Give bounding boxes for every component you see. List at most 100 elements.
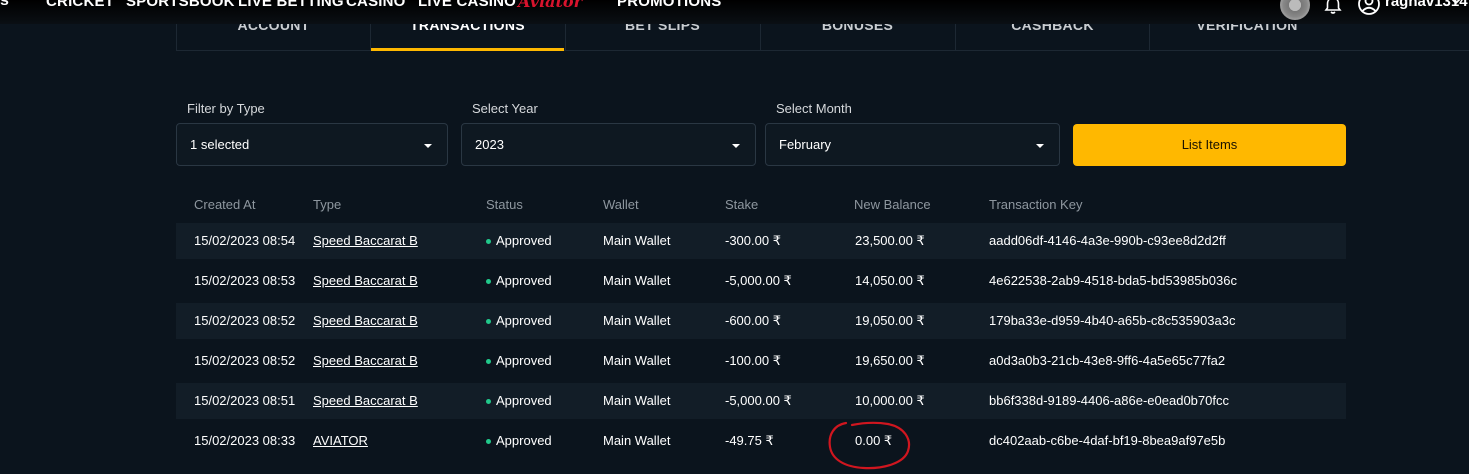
cell-created-at: 15/02/2023 08:53 (194, 273, 296, 288)
cell-new-balance: 19,650.00 ₹ (855, 353, 925, 368)
cell-type-link[interactable]: Speed Baccarat B (313, 313, 418, 328)
header-new-balance: New Balance (854, 197, 931, 212)
cell-created-at: 15/02/2023 08:52 (194, 353, 296, 368)
cell-transaction-key: 179ba33e-d959-4b40-a65b-c8c535903a3c (989, 313, 1236, 328)
cell-new-balance: 10,000.00 ₹ (855, 393, 925, 408)
nav-cricket[interactable]: CRICKET (46, 0, 114, 10)
cell-transaction-key: dc402aab-c6be-4daf-bf19-8bea9af97e5b (989, 433, 1226, 448)
cell-stake: -300.00 ₹ (725, 233, 781, 248)
cell-type-link[interactable]: Speed Baccarat B (313, 353, 418, 368)
cell-wallet: Main Wallet (603, 273, 671, 288)
tab-bet-slips[interactable]: BET SLIPS (565, 24, 759, 51)
tab-account-label: ACCOUNT (237, 24, 310, 33)
cell-type-link[interactable]: Speed Baccarat B (313, 233, 418, 248)
cell-stake: -49.75 ₹ (725, 433, 774, 448)
select-month-dropdown[interactable]: February (765, 123, 1060, 166)
cell-wallet: Main Wallet (603, 393, 671, 408)
tab-bet-slips-label: BET SLIPS (624, 24, 701, 33)
cell-wallet: Main Wallet (603, 313, 671, 328)
list-items-button[interactable]: List Items (1073, 124, 1346, 166)
cell-new-balance: 0.00 ₹ (855, 433, 893, 448)
wheel-of-fortune-icon[interactable] (1280, 0, 1310, 20)
tab-transactions-label: TRANSACTIONS (410, 24, 525, 33)
caret-down-icon (1036, 144, 1044, 148)
header-created-at: Created At (194, 197, 256, 212)
cell-stake: -600.00 ₹ (725, 313, 781, 328)
cell-type-link[interactable]: AVIATOR (313, 433, 368, 448)
header-wallet: Wallet (603, 197, 639, 212)
cell-transaction-key: 4e622538-2ab9-4518-bda5-bd53985b036c (989, 273, 1237, 288)
select-year-label: Select Year (472, 101, 538, 116)
status-dot-icon (486, 439, 491, 444)
cell-new-balance: 23,500.00 ₹ (855, 233, 925, 248)
bell-icon[interactable] (1323, 0, 1343, 16)
cell-stake: -5,000.00 ₹ (725, 393, 792, 408)
cell-stake: -100.00 ₹ (725, 353, 781, 368)
site-logo[interactable]: s (0, 0, 9, 10)
tab-transactions[interactable]: TRANSACTIONS (370, 24, 564, 51)
tab-account[interactable]: ACCOUNT (176, 24, 370, 51)
cell-stake: -5,000.00 ₹ (725, 273, 792, 288)
header-stake: Stake (725, 197, 759, 212)
select-month-value: February (779, 137, 832, 152)
top-nav-bar: s CRICKET SPORTSBOOK LIVE BETTING CASINO… (0, 0, 1469, 24)
cell-new-balance: 14,050.00 ₹ (855, 273, 925, 288)
table-row: 15/02/2023 08:33 AVIATOR Approved Main W… (176, 423, 1346, 459)
cell-created-at: 15/02/2023 08:33 (194, 433, 296, 448)
caret-down-icon (424, 144, 432, 148)
tab-bonuses-label: BONUSES (821, 24, 894, 33)
table-row: 15/02/2023 08:52 Speed Baccarat B Approv… (176, 303, 1346, 339)
nav-sportsbook[interactable]: SPORTSBOOK (126, 0, 235, 10)
cell-status: Approved (496, 273, 552, 288)
filter-type-select[interactable]: 1 selected (176, 123, 448, 166)
cell-status: Approved (496, 353, 552, 368)
table-row: 15/02/2023 08:53 Speed Baccarat B Approv… (176, 263, 1346, 299)
select-year-dropdown[interactable]: 2023 (461, 123, 756, 166)
header-type: Type (313, 197, 342, 212)
cell-wallet: Main Wallet (603, 233, 671, 248)
filter-type-value: 1 selected (190, 137, 250, 152)
tab-verification[interactable]: VERIFICATION (1149, 24, 1469, 51)
filter-type-label: Filter by Type (187, 101, 265, 116)
tab-cashback[interactable]: CASHBACK (955, 24, 1149, 51)
caret-down-icon (732, 144, 740, 148)
status-dot-icon (486, 279, 491, 284)
select-month-label: Select Month (776, 101, 852, 116)
header-status: Status (486, 197, 523, 212)
user-account-icon[interactable] (1357, 0, 1381, 16)
status-dot-icon (486, 319, 491, 324)
nav-live-betting[interactable]: LIVE BETTING (238, 0, 344, 10)
cell-new-balance: 19,050.00 ₹ (855, 313, 925, 328)
status-dot-icon (486, 239, 491, 244)
cell-wallet: Main Wallet (603, 353, 671, 368)
nav-casino[interactable]: CASINO (346, 0, 406, 10)
table-row: 15/02/2023 08:52 Speed Baccarat B Approv… (176, 343, 1346, 379)
cell-created-at: 15/02/2023 08:51 (194, 393, 296, 408)
nav-aviator-logo[interactable]: Aviator (518, 0, 582, 11)
header-transaction-key: Transaction Key (989, 197, 1083, 212)
cell-type-link[interactable]: Speed Baccarat B (313, 273, 418, 288)
cell-created-at: 15/02/2023 08:52 (194, 313, 296, 328)
select-year-value: 2023 (475, 137, 504, 152)
status-dot-icon (486, 359, 491, 364)
cell-transaction-key: a0d3a0b3-21cb-43e8-9ff6-4a5e65c77fa2 (989, 353, 1226, 368)
cell-status: Approved (496, 313, 552, 328)
status-dot-icon (486, 399, 491, 404)
table-row: 15/02/2023 08:51 Speed Baccarat B Approv… (176, 383, 1346, 419)
nav-promotions[interactable]: PROMOTIONS (617, 0, 722, 10)
cell-wallet: Main Wallet (603, 433, 671, 448)
cell-transaction-key: bb6f338d-9189-4406-a86e-e0ead0b70fcc (989, 393, 1229, 408)
tab-bonuses[interactable]: BONUSES (760, 24, 954, 51)
cell-status: Approved (496, 433, 552, 448)
cell-transaction-key: aadd06df-4146-4a3e-990b-c93ee8d2d2ff (989, 233, 1226, 248)
cell-created-at: 15/02/2023 08:54 (194, 233, 296, 248)
cell-type-link[interactable]: Speed Baccarat B (313, 393, 418, 408)
cell-status: Approved (496, 233, 552, 248)
account-tabs: ACCOUNT TRANSACTIONS BET SLIPS BONUSES C… (176, 24, 1469, 51)
nav-live-casino[interactable]: LIVE CASINO (418, 0, 516, 10)
tab-cashback-label: CASHBACK (1011, 24, 1094, 33)
tab-verification-label: VERIFICATION (1196, 24, 1298, 33)
table-row: 15/02/2023 08:54 Speed Baccarat B Approv… (176, 223, 1346, 259)
chevron-down-icon[interactable] (1450, 0, 1462, 7)
cell-status: Approved (496, 393, 552, 408)
